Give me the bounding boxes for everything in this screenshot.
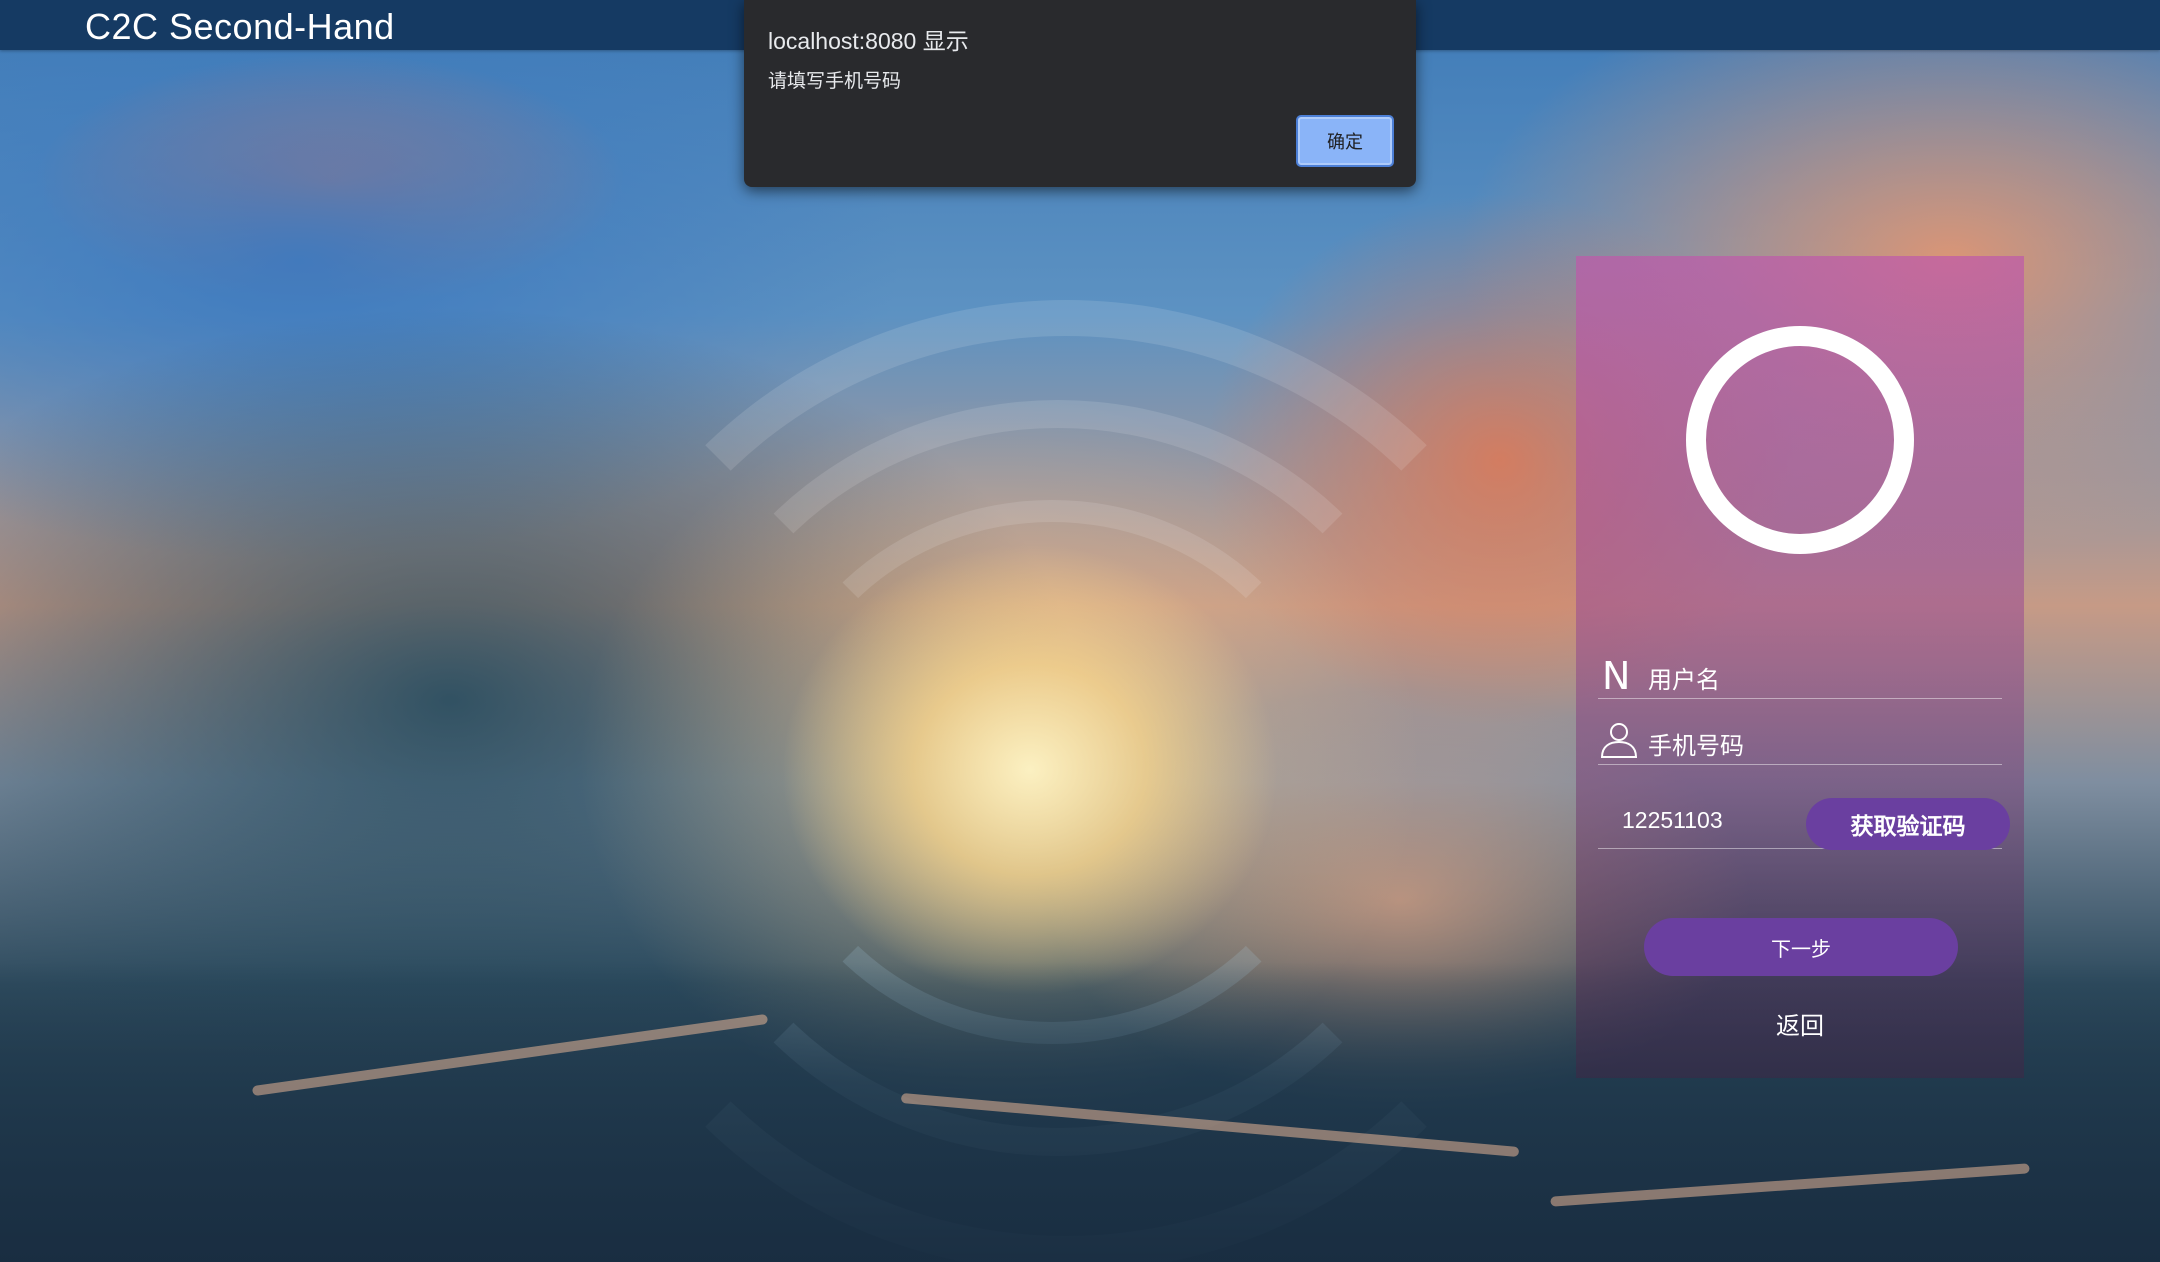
n-letter-icon: N [1602,654,1631,698]
verification-code-field[interactable]: 12251103 获取验证码 [1598,788,2010,850]
background-swirl [760,500,1344,1044]
page-background: C2C Second-Hand N 用户名 手机号码 12251103 获取验证… [0,0,2160,1262]
login-panel: N 用户名 手机号码 12251103 获取验证码 下一步 返回 [1576,256,2024,1078]
background-swirl [560,300,1572,1262]
back-link[interactable]: 返回 [1576,1006,2024,1041]
verification-code-input[interactable]: 12251103 [1622,807,1723,834]
username-placeholder[interactable]: 用户名 [1648,660,1720,695]
alert-message: 请填写手机号码 [768,71,902,92]
user-icon [1598,718,1640,760]
alert-dialog: localhost:8080 显示 请填写手机号码 确定 [744,0,1416,187]
avatar [1686,326,1914,554]
phone-placeholder[interactable]: 手机号码 [1648,726,1744,761]
background-swirl [660,400,1456,1156]
alert-title: localhost:8080 显示 [768,28,969,54]
background-river [900,1093,1520,1157]
alert-ok-button[interactable]: 确定 [1296,115,1394,167]
username-field[interactable]: N 用户名 [1598,648,2002,699]
background-river [251,1013,769,1097]
next-step-button[interactable]: 下一步 [1644,918,1958,976]
get-code-button[interactable]: 获取验证码 [1806,798,2010,850]
background-river [1550,1163,2030,1207]
phone-field[interactable]: 手机号码 [1598,714,2002,765]
brand-title[interactable]: C2C Second-Hand [85,6,395,48]
